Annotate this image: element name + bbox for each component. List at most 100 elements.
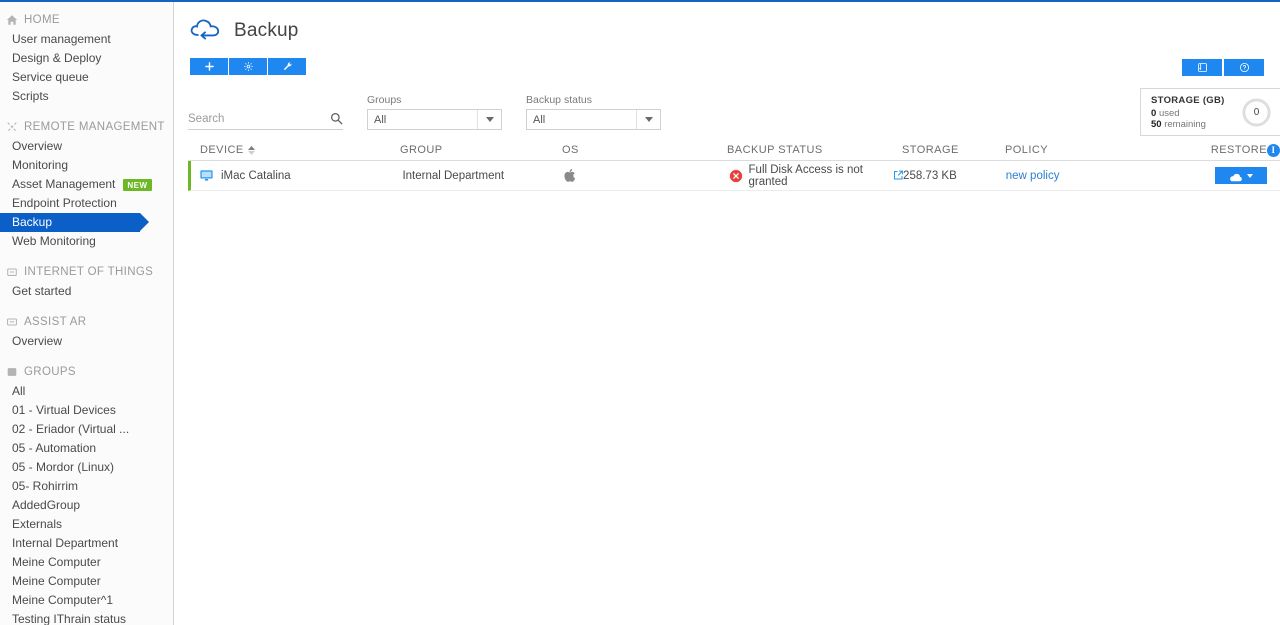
sidebar-item-label: Testing IThrain status bbox=[12, 612, 127, 625]
sidebar-item-endpoint-protection[interactable]: Endpoint Protection bbox=[0, 194, 173, 213]
search-icon[interactable] bbox=[330, 112, 343, 125]
column-header-policy[interactable]: POLICY bbox=[1005, 144, 1177, 156]
sidebar-item-all[interactable]: All bbox=[0, 382, 173, 401]
sidebar-item-label: User management bbox=[12, 32, 111, 46]
storage-title: STORAGE (GB) bbox=[1151, 94, 1225, 106]
backup-status-select[interactable]: All bbox=[526, 109, 661, 130]
sidebar-item-01-virtual-devices[interactable]: 01 - Virtual Devices bbox=[0, 401, 173, 420]
sidebar-item-backup[interactable]: Backup bbox=[0, 213, 149, 232]
cell-os bbox=[564, 169, 729, 182]
sidebar-item-internal-department[interactable]: Internal Department bbox=[0, 534, 173, 553]
sidebar-item-design-deploy[interactable]: Design & Deploy bbox=[0, 49, 173, 68]
sidebar-item-label: AddedGroup bbox=[12, 498, 81, 512]
sidebar-item-addedgroup[interactable]: AddedGroup bbox=[0, 496, 173, 515]
storage-remaining-line: 50 remaining bbox=[1151, 119, 1241, 130]
cell-policy: new policy bbox=[1006, 170, 1178, 182]
tools-button[interactable] bbox=[268, 58, 306, 75]
sidebar-item-label: Get started bbox=[12, 284, 72, 298]
wrench-icon bbox=[283, 62, 292, 71]
manual-button[interactable] bbox=[1182, 59, 1222, 76]
sidebar-item-label: Internal Department bbox=[12, 536, 119, 550]
chevron-down-icon bbox=[477, 110, 501, 129]
help-button[interactable] bbox=[1224, 59, 1264, 76]
cloud-download-icon bbox=[1229, 171, 1243, 182]
sidebar-item-overview[interactable]: Overview bbox=[0, 332, 173, 351]
sidebar-item-05-mordor-linux[interactable]: 05 - Mordor (Linux) bbox=[0, 458, 173, 477]
restore-button[interactable] bbox=[1215, 167, 1268, 184]
sidebar-section-title: INTERNET OF THINGS bbox=[24, 266, 154, 278]
storage-remaining-label: remaining bbox=[1164, 118, 1206, 130]
sidebar-item-02-eriador-virtual[interactable]: 02 - Eriador (Virtual ... bbox=[0, 420, 173, 439]
sidebar-item-label: Scripts bbox=[12, 89, 49, 103]
sidebar-item-testing-ithrain-status[interactable]: Testing IThrain status bbox=[0, 610, 173, 625]
sidebar-item-meine-computer[interactable]: Meine Computer bbox=[0, 572, 173, 591]
main-content: Backup STORAGE (GB) 0 used 50 remaining … bbox=[175, 2, 1280, 625]
search-wrapper bbox=[188, 109, 343, 130]
sidebar-item-label: Backup bbox=[12, 215, 53, 229]
sidebar-item-web-monitoring[interactable]: Web Monitoring bbox=[0, 232, 173, 251]
sidebar-section-gap bbox=[0, 106, 173, 117]
policy-link[interactable]: new policy bbox=[1006, 170, 1060, 182]
new-badge: NEW bbox=[123, 178, 152, 191]
backup-status-filter: Backup status All bbox=[526, 94, 661, 130]
groups-filter: Groups All bbox=[367, 94, 502, 130]
sidebar-item-user-management[interactable]: User management bbox=[0, 30, 173, 49]
cell-device: iMac Catalina bbox=[191, 170, 402, 182]
info-badge[interactable]: i bbox=[1267, 143, 1280, 157]
sidebar-item-label: 01 - Virtual Devices bbox=[12, 403, 116, 417]
groups-select[interactable]: All bbox=[367, 109, 502, 130]
sidebar-section-gap bbox=[0, 301, 173, 312]
table-row[interactable]: iMac Catalina Internal Department Full Dis… bbox=[188, 161, 1280, 191]
column-header-group[interactable]: GROUP bbox=[400, 144, 562, 156]
sidebar-item-label: Service queue bbox=[12, 70, 89, 84]
search-spacer bbox=[188, 94, 343, 107]
sidebar-item-monitoring[interactable]: Monitoring bbox=[0, 156, 173, 175]
monitor-icon bbox=[200, 169, 213, 182]
sidebar-item-service-queue[interactable]: Service queue bbox=[0, 68, 173, 87]
column-header-backup-status[interactable]: BACKUP STATUS bbox=[727, 144, 902, 156]
sidebar-section-title: HOME bbox=[24, 14, 60, 26]
groups-icon bbox=[6, 366, 18, 378]
sidebar-item-asset-management[interactable]: Asset Management NEW bbox=[0, 175, 173, 194]
column-header-device[interactable]: DEVICE bbox=[188, 144, 400, 156]
sidebar-item-label: Externals bbox=[12, 517, 63, 531]
sidebar-item-get-started[interactable]: Get started bbox=[0, 282, 173, 301]
cell-backup-status: Full Disk Access is not granted bbox=[729, 164, 904, 188]
sidebar-item-label: All bbox=[12, 384, 26, 398]
sidebar-item-externals[interactable]: Externals bbox=[0, 515, 173, 534]
search-input[interactable] bbox=[188, 109, 323, 129]
groups-select-value: All bbox=[374, 113, 387, 126]
storage-used-value: 0 bbox=[1151, 107, 1157, 119]
column-header-os[interactable]: OS bbox=[562, 144, 727, 156]
column-header-restore[interactable]: RESTORE bbox=[1177, 144, 1267, 156]
sidebar-item-meine-computer[interactable]: Meine Computer bbox=[0, 553, 173, 572]
devices-table: DEVICE GROUP OS BACKUP STATUS STORAGE PO… bbox=[188, 140, 1280, 191]
home-icon bbox=[6, 14, 18, 26]
sidebar-item-label: Overview bbox=[12, 334, 63, 348]
column-header-device-label: DEVICE bbox=[200, 144, 244, 156]
cell-storage: 258.73 KB bbox=[903, 169, 957, 182]
sidebar-section-title: REMOTE MANAGEMENT bbox=[24, 121, 165, 133]
cell-restore bbox=[1177, 167, 1268, 184]
iot-icon bbox=[6, 266, 18, 278]
sidebar-sections: HOME User management Design & Deploy Servic… bbox=[0, 2, 173, 625]
sidebar-item-scripts[interactable]: Scripts bbox=[0, 87, 173, 106]
groups-filter-label: Groups bbox=[367, 94, 402, 106]
error-circle-icon bbox=[729, 169, 743, 183]
sidebar-item-meine-computer-1[interactable]: Meine Computer^1 bbox=[0, 591, 173, 610]
column-header-storage[interactable]: STORAGE bbox=[902, 144, 1005, 156]
sidebar-item-05-automation[interactable]: 05 - Automation bbox=[0, 439, 173, 458]
sidebar-item-overview[interactable]: Overview bbox=[0, 137, 173, 156]
settings-button[interactable] bbox=[229, 58, 267, 75]
question-circle-icon bbox=[1239, 62, 1249, 73]
chevron-down-icon bbox=[636, 110, 660, 129]
storage-remaining-value: 50 bbox=[1151, 118, 1162, 130]
top-right-actions bbox=[1182, 59, 1264, 76]
external-link-icon[interactable] bbox=[893, 170, 904, 182]
sidebar-section-assist-ar: ASSIST AR bbox=[0, 312, 173, 332]
column-header-info: i bbox=[1267, 143, 1280, 157]
storage-gauge-value: 0 bbox=[1253, 106, 1260, 118]
add-backup-button[interactable] bbox=[190, 58, 228, 75]
sidebar-item-label: 05 - Mordor (Linux) bbox=[12, 460, 115, 474]
sidebar-item-05-rohirrim[interactable]: 05- Rohirrim bbox=[0, 477, 173, 496]
